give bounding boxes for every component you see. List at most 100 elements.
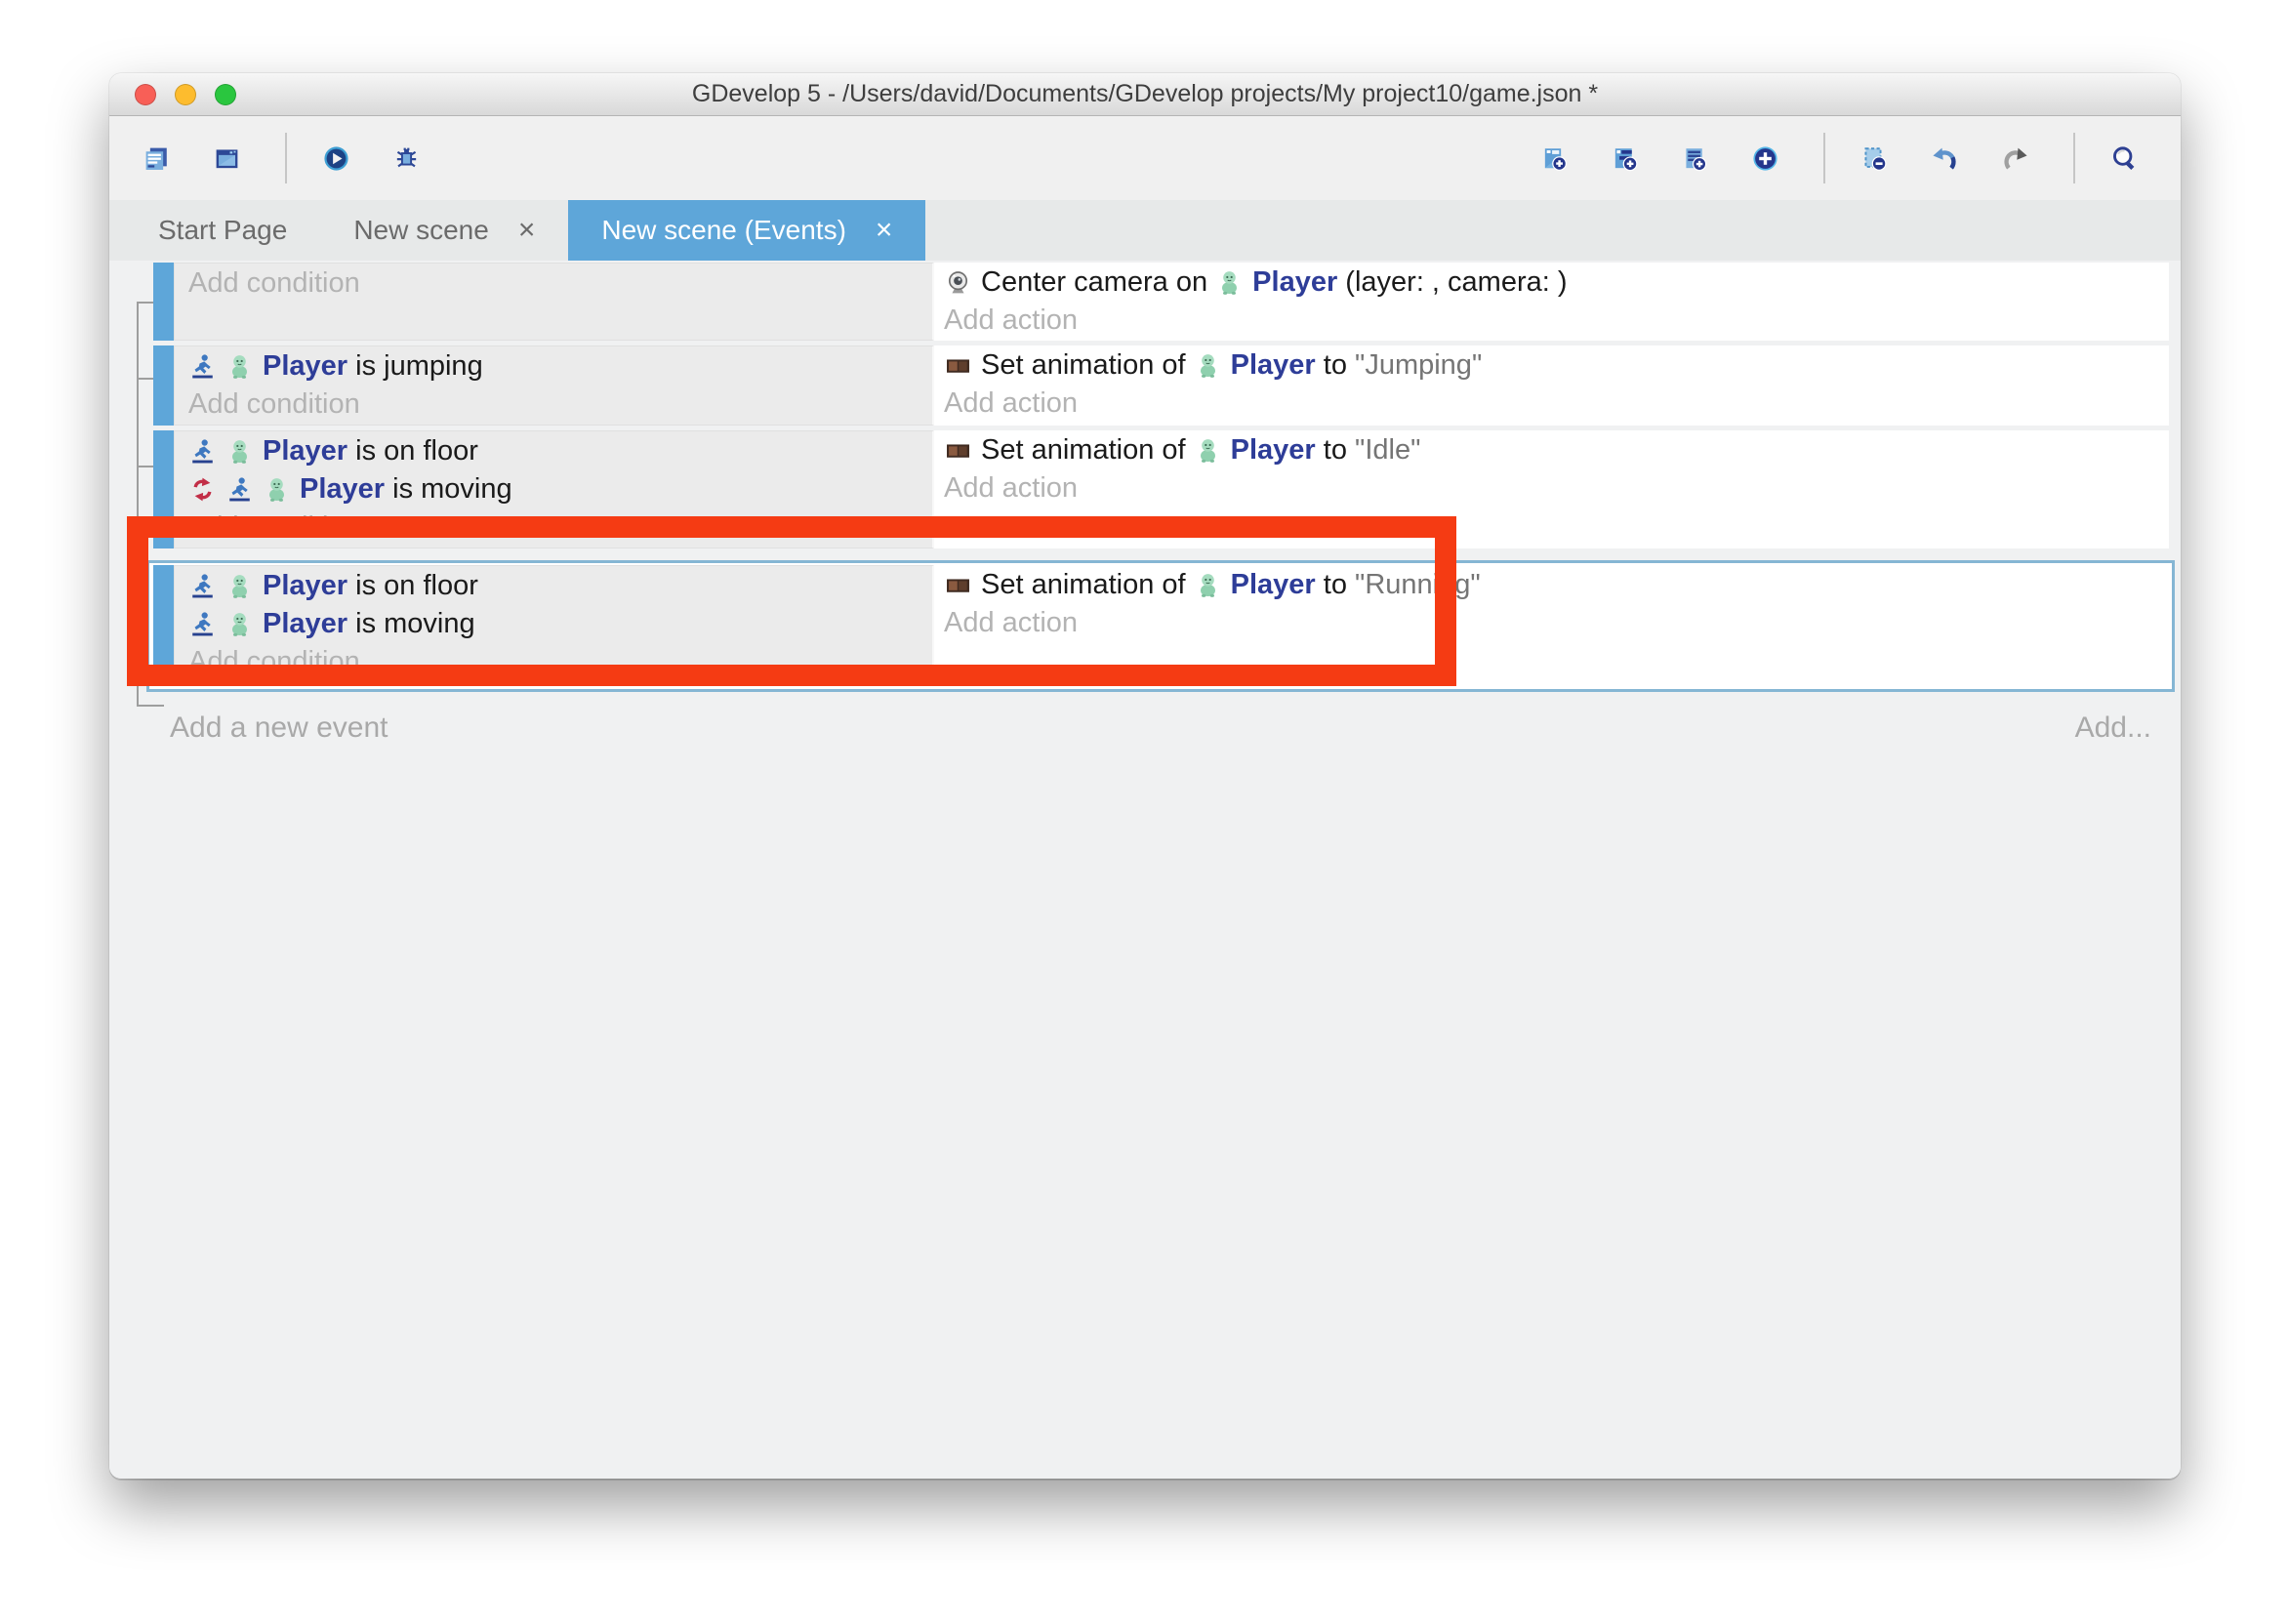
action-line[interactable]: Center camera on Player (layer: , camera… [934, 264, 2169, 302]
add-action-link[interactable]: Add action [934, 604, 2172, 642]
zoom-button[interactable] [215, 84, 236, 105]
instruction-text: Set animation of [981, 431, 1194, 469]
project-manager-button[interactable] [133, 130, 189, 186]
scene-editor-icon [213, 144, 241, 173]
add-action-link[interactable]: Add action [934, 469, 2169, 508]
remove-event-button[interactable] [1851, 130, 1907, 186]
add-condition-link[interactable]: Add condition [175, 386, 932, 424]
instruction-text: to [1316, 431, 1355, 469]
remove-event-icon [1860, 144, 1889, 173]
platformer-behavior-icon [188, 610, 217, 638]
undo-icon [1931, 144, 1959, 173]
condition-line[interactable]: Player is moving [175, 470, 932, 508]
action-line[interactable]: Set animation of Player to "Jumping" [934, 346, 2169, 385]
instruction-text: is on floor [347, 567, 478, 605]
window-controls [135, 73, 236, 115]
condition-line[interactable]: Player is on floor [175, 432, 932, 470]
platformer-behavior-icon [225, 475, 254, 504]
project-manager-icon [143, 144, 171, 173]
add-condition-link[interactable]: Add condition [175, 508, 932, 547]
player-object-icon [1194, 351, 1222, 380]
add-new-icon [1751, 144, 1779, 173]
condition-line[interactable]: Player is jumping [175, 347, 932, 386]
player-object-icon [225, 610, 254, 638]
tab-new-scene-events[interactable]: New scene (Events)× [568, 200, 925, 261]
event-drag-handle[interactable] [153, 430, 174, 548]
event-row[interactable]: Player is on floorPlayer is movingAdd co… [153, 430, 2169, 548]
event-drag-handle[interactable] [153, 345, 174, 426]
close-tab-icon[interactable]: × [876, 216, 893, 245]
events-sheet: Add conditionCenter camera on Player (la… [109, 261, 2181, 1479]
window-title: GDevelop 5 - /Users/david/Documents/GDev… [692, 80, 1598, 108]
close-tab-icon[interactable]: × [518, 216, 536, 245]
toolbar-separator [1823, 133, 1825, 183]
event-drag-handle[interactable] [153, 263, 174, 341]
instruction-text: is moving [347, 605, 475, 643]
conditions-cell: Add condition [174, 263, 934, 341]
add-comment-icon [1681, 144, 1709, 173]
title-bar: GDevelop 5 - /Users/david/Documents/GDev… [109, 73, 2181, 116]
add-new-event-link[interactable]: Add a new event [170, 711, 388, 745]
toolbar-right-group [1531, 130, 2157, 186]
tab-label: Start Page [158, 215, 287, 246]
instruction-text: (layer: , camera: ) [1337, 264, 1567, 302]
search-button[interactable] [2101, 130, 2157, 186]
event-row[interactable]: Add conditionCenter camera on Player (la… [153, 263, 2169, 341]
events-footer: Add a new event Add... [170, 711, 2155, 745]
animation-icon [944, 436, 972, 465]
add-action-link[interactable]: Add action [934, 302, 2169, 340]
player-object-icon [263, 475, 291, 504]
tab-start-page[interactable]: Start Page [125, 200, 320, 261]
condition-line[interactable]: Player is moving [175, 605, 932, 643]
object-name: Player [263, 567, 347, 605]
add-comment-button[interactable] [1671, 130, 1728, 186]
player-object-icon [225, 352, 254, 381]
platformer-behavior-icon [188, 352, 217, 381]
search-icon [2110, 144, 2139, 173]
platformer-behavior-icon [188, 572, 217, 600]
condition-line[interactable]: Player is on floor [175, 567, 932, 605]
object-name: Player [263, 347, 347, 386]
string-parameter: "Idle" [1355, 431, 1420, 469]
instruction-text: Set animation of [981, 346, 1194, 385]
undo-button[interactable] [1921, 130, 1978, 186]
desktop-background: GDevelop 5 - /Users/david/Documents/GDev… [0, 0, 2288, 1624]
redo-icon [2001, 144, 2029, 173]
events-list: Add conditionCenter camera on Player (la… [109, 261, 2181, 692]
webcam-icon [944, 268, 972, 297]
main-toolbar [109, 116, 2181, 200]
minimize-button[interactable] [175, 84, 196, 105]
invert-condition-icon [188, 475, 217, 504]
instruction-text: is moving [385, 470, 512, 508]
add-new-button[interactable] [1741, 130, 1798, 186]
event-row[interactable]: Player is jumpingAdd conditionSet animat… [153, 345, 2169, 426]
animation-icon [944, 571, 972, 599]
player-object-icon [225, 437, 254, 466]
tab-new-scene[interactable]: New scene× [320, 200, 568, 261]
string-parameter: "Running" [1355, 566, 1481, 604]
add-event-button[interactable] [1531, 130, 1587, 186]
object-name: Player [263, 605, 347, 643]
play-button[interactable] [312, 130, 369, 186]
event-drag-handle[interactable] [153, 565, 174, 683]
add-action-link[interactable]: Add action [934, 385, 2169, 423]
add-more-link[interactable]: Add... [2075, 711, 2151, 745]
add-condition-link[interactable]: Add condition [175, 264, 932, 303]
toolbar-left-group [133, 130, 439, 186]
actions-cell: Set animation of Player to "Idle"Add act… [934, 430, 2169, 548]
debug-button[interactable] [383, 130, 439, 186]
play-icon [322, 144, 350, 173]
debug-icon [392, 144, 421, 173]
action-line[interactable]: Set animation of Player to "Running" [934, 566, 2172, 604]
scene-editor-button[interactable] [203, 130, 260, 186]
add-condition-link[interactable]: Add condition [175, 643, 932, 681]
redo-button[interactable] [1991, 130, 2048, 186]
event-row-selected[interactable]: Player is on floorPlayer is movingAdd co… [146, 560, 2175, 692]
player-object-icon [225, 572, 254, 600]
instruction-text: Center camera on [981, 264, 1215, 302]
add-subevent-button[interactable] [1601, 130, 1657, 186]
action-line[interactable]: Set animation of Player to "Idle" [934, 431, 2169, 469]
actions-cell: Set animation of Player to "Running"Add … [934, 565, 2172, 683]
close-button[interactable] [135, 84, 156, 105]
object-name: Player [1231, 566, 1316, 604]
